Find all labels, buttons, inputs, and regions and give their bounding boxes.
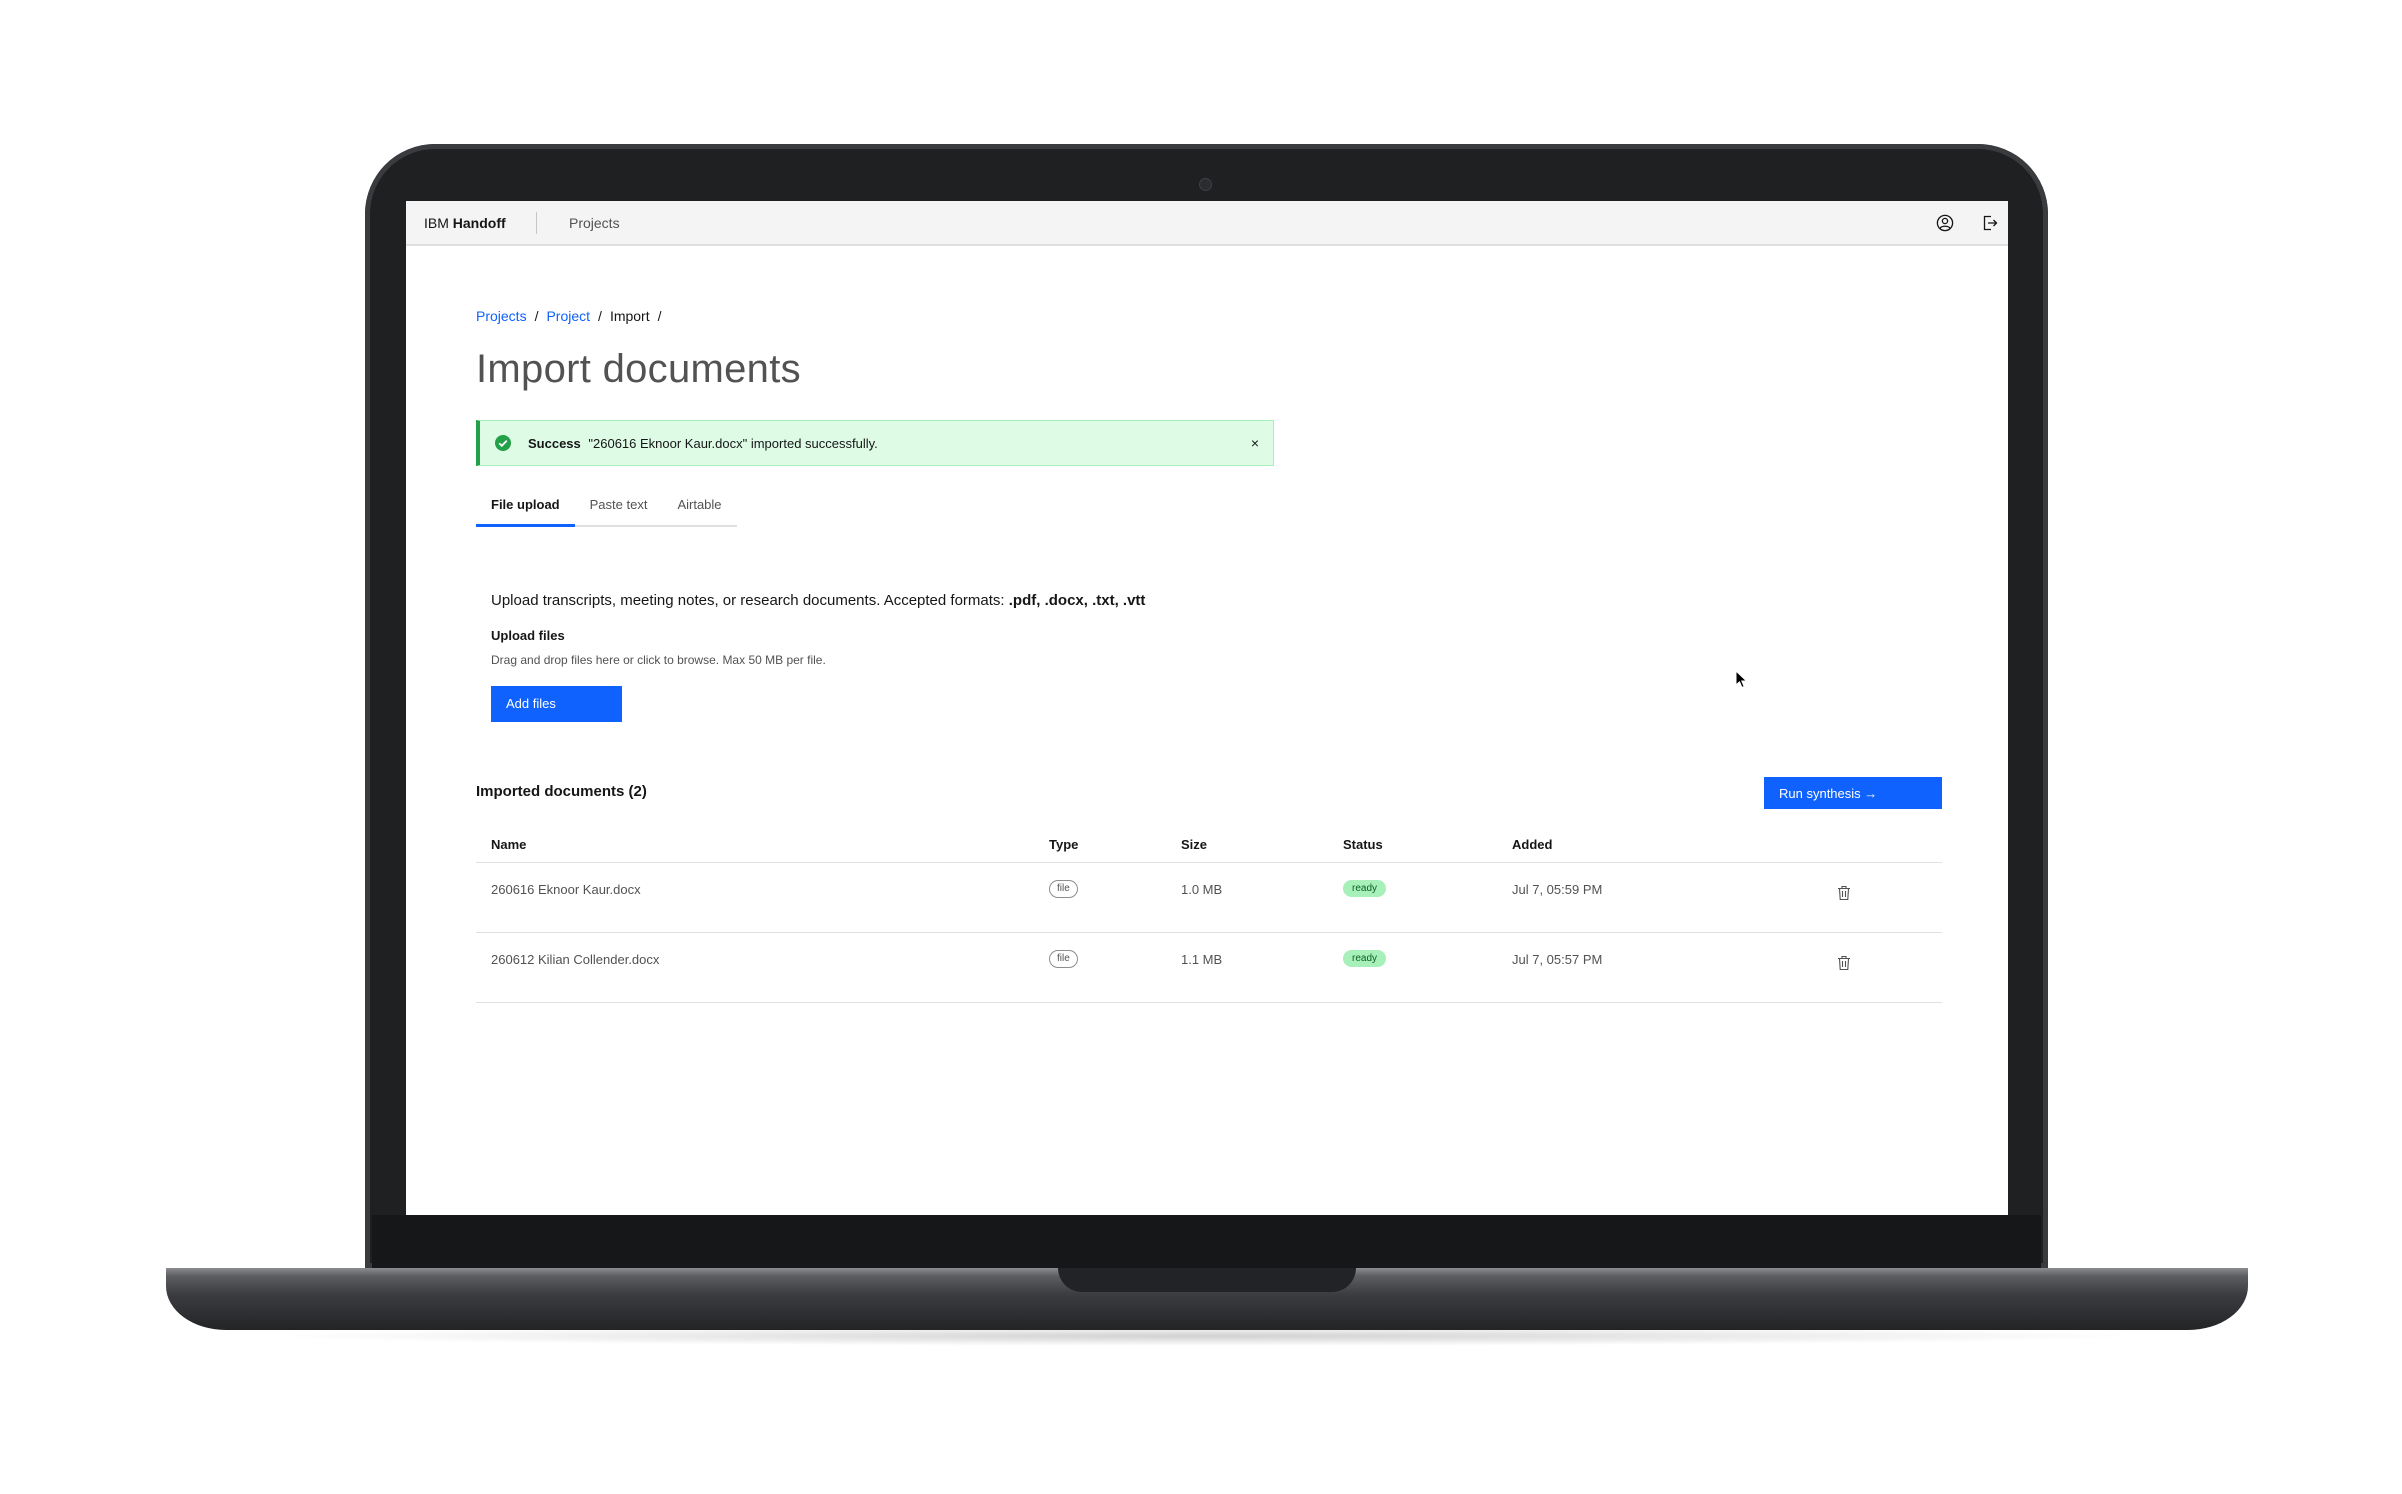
breadcrumb-separator: / [534,308,539,324]
document-added: Jul 7, 05:59 PM [1512,882,1603,897]
breadcrumb-separator: / [657,308,662,324]
document-size: 1.1 MB [1181,952,1223,967]
notification-text: Success "260616 Eknoor Kaur.docx" import… [528,436,878,451]
document-added: Jul 7, 05:57 PM [1512,952,1603,967]
import-tabs: File upload Paste text Airtable [476,497,737,527]
header-divider [536,212,537,234]
trash-icon[interactable] [1837,955,1851,971]
column-header-size[interactable]: Size [1181,837,1207,852]
run-synthesis-button[interactable]: Run synthesis → [1764,777,1942,809]
laptop-chin [372,1215,2041,1268]
upload-description: Upload transcripts, meeting notes, or re… [491,592,1145,609]
laptop-notch [1058,1268,1356,1292]
user-avatar-icon[interactable] [1936,214,1954,232]
upload-helper-text: Drag and drop files here or click to bro… [491,653,826,667]
screen: IBM Handoff Projects Projects / Project … [406,201,2008,1215]
upload-description-text: Upload transcripts, meeting notes, or re… [491,592,1009,609]
notification-title: Success [528,436,581,451]
brand-prefix: IBM [424,215,449,231]
app-header: IBM Handoff Projects [406,201,2008,246]
breadcrumb-import: Import [609,308,650,324]
breadcrumb-projects[interactable]: Projects [476,308,527,324]
table-row[interactable]: 260612 Kilian Collender.docx file 1.1 MB… [476,933,1942,1003]
tab-paste-text[interactable]: Paste text [574,497,663,527]
brand-name: Handoff [452,215,506,231]
checkmark-filled-icon [494,434,512,452]
breadcrumb-separator: / [598,308,602,324]
table-row[interactable]: 260616 Eknoor Kaur.docx file 1.0 MB read… [476,863,1942,933]
column-header-type[interactable]: Type [1049,837,1078,852]
camera-dot [1199,178,1212,191]
type-tag: file [1049,950,1078,968]
close-icon[interactable]: × [1251,435,1259,451]
tab-file-upload[interactable]: File upload [476,497,575,527]
breadcrumb: Projects / Project / Import / [476,308,662,324]
brand-logo[interactable]: IBM Handoff [424,215,506,231]
logout-icon[interactable] [1981,214,1999,232]
breadcrumb-project[interactable]: Project [546,308,590,324]
notification-message: "260616 Eknoor Kaur.docx" imported succe… [588,436,878,451]
document-name: 260612 Kilian Collender.docx [491,952,660,967]
mouse-pointer-icon [1735,669,1749,690]
type-tag: file [1049,880,1078,898]
status-badge: ready [1343,880,1387,897]
column-header-status[interactable]: Status [1343,837,1383,852]
document-size: 1.0 MB [1181,882,1223,897]
column-header-name[interactable]: Name [491,837,526,852]
document-name: 260616 Eknoor Kaur.docx [491,882,641,897]
upload-files-label: Upload files [491,628,565,643]
column-header-added[interactable]: Added [1512,837,1552,852]
page-title: Import documents [476,347,801,391]
nav-projects-link[interactable]: Projects [569,215,620,231]
imported-documents-title: Imported documents (2) [476,783,647,800]
trash-icon[interactable] [1837,885,1851,901]
accepted-formats: .pdf, .docx, .txt, .vtt [1008,592,1146,609]
add-files-button[interactable]: Add files [491,686,622,722]
tab-airtable[interactable]: Airtable [662,497,737,527]
status-badge: ready [1343,950,1387,967]
success-notification: Success "260616 Eknoor Kaur.docx" import… [476,420,1274,466]
